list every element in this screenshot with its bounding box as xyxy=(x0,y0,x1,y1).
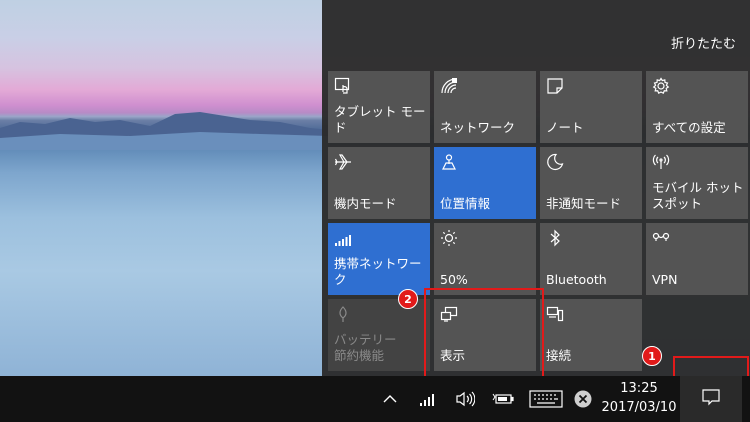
tile-brightness[interactable]: 50% xyxy=(434,223,536,295)
tile-label: すべての設定 xyxy=(652,120,726,135)
tile-quiet-hours[interactable]: 非通知モード xyxy=(540,147,642,219)
hotspot-icon xyxy=(652,153,670,171)
notification-icon xyxy=(701,388,721,410)
tile-label: 接続 xyxy=(546,348,572,363)
tile-note[interactable]: ノート xyxy=(540,71,642,143)
action-center-button[interactable] xyxy=(680,376,742,422)
tile-label: バッテリー 節約機能 xyxy=(334,332,397,363)
tile-label: タブレット モード xyxy=(334,104,426,135)
tile-project[interactable]: 表示 xyxy=(434,299,536,371)
tile-battery-saver[interactable]: バッテリー 節約機能 xyxy=(328,299,430,371)
tile-vpn[interactable]: VPN xyxy=(646,223,748,295)
action-center-panel: 折りたたむ タブレット モード ネットワーク ノート すべての設定 機内モード … xyxy=(322,0,750,376)
tile-label: 携帯ネットワーク xyxy=(334,256,422,287)
tile-all-settings[interactable]: すべての設定 xyxy=(646,71,748,143)
bluetooth-icon xyxy=(546,229,564,247)
network-icon xyxy=(440,77,458,95)
tile-label: ノート xyxy=(546,120,584,135)
system-clock[interactable]: 13:25 2017/03/10 xyxy=(600,379,678,417)
callout-badge-1: 1 xyxy=(642,346,662,366)
mountain-silhouette xyxy=(0,112,330,150)
tile-label: 表示 xyxy=(440,348,466,363)
tile-airplane-mode[interactable]: 機内モード xyxy=(328,147,430,219)
tile-network[interactable]: ネットワーク xyxy=(434,71,536,143)
gear-icon xyxy=(652,77,670,95)
tile-bluetooth[interactable]: Bluetooth xyxy=(540,223,642,295)
airplane-icon xyxy=(334,153,352,171)
note-icon xyxy=(546,77,564,95)
tile-cellular[interactable]: 携帯ネットワーク xyxy=(328,223,430,295)
close-circle-icon[interactable] xyxy=(572,388,594,410)
tile-mobile-hotspot[interactable]: モバイル ホットスポット xyxy=(646,147,748,219)
tile-empty-slot xyxy=(646,299,748,371)
clock-time: 13:25 xyxy=(620,381,658,396)
project-icon xyxy=(440,305,458,323)
tile-location[interactable]: 位置情報 xyxy=(434,147,536,219)
brightness-icon xyxy=(440,229,458,247)
taskbar: 13:25 2017/03/10 xyxy=(0,376,750,422)
vpn-icon xyxy=(652,229,670,247)
volume-icon[interactable] xyxy=(453,388,477,410)
signal-strength-icon[interactable] xyxy=(417,388,437,410)
collapse-link[interactable]: 折りたたむ xyxy=(671,33,736,52)
tile-tablet-mode[interactable]: タブレット モード xyxy=(328,71,430,143)
clock-date: 2017/03/10 xyxy=(601,400,677,415)
tile-label: モバイル ホットスポット xyxy=(652,180,744,211)
connect-icon xyxy=(546,305,564,323)
tile-connect[interactable]: 接続 xyxy=(540,299,642,371)
location-icon xyxy=(440,153,458,171)
touch-keyboard-icon[interactable] xyxy=(528,388,564,410)
battery-icon[interactable] xyxy=(491,388,515,410)
tile-label: 50% xyxy=(440,272,468,287)
tile-label: 位置情報 xyxy=(440,196,491,211)
tile-label: 機内モード xyxy=(334,196,397,211)
tile-label: Bluetooth xyxy=(546,272,607,287)
quick-actions-grid: タブレット モード ネットワーク ノート すべての設定 機内モード 位置情報 非… xyxy=(328,71,748,371)
tile-label: 非通知モード xyxy=(546,196,622,211)
tile-label: ネットワーク xyxy=(440,120,516,135)
tile-label: VPN xyxy=(652,272,678,287)
chevron-up-icon[interactable] xyxy=(380,388,400,410)
cellular-icon xyxy=(334,229,352,247)
battery-saver-icon xyxy=(334,305,352,323)
moon-icon xyxy=(546,153,564,171)
callout-badge-2: 2 xyxy=(398,289,418,309)
tablet-mode-icon xyxy=(334,77,352,95)
